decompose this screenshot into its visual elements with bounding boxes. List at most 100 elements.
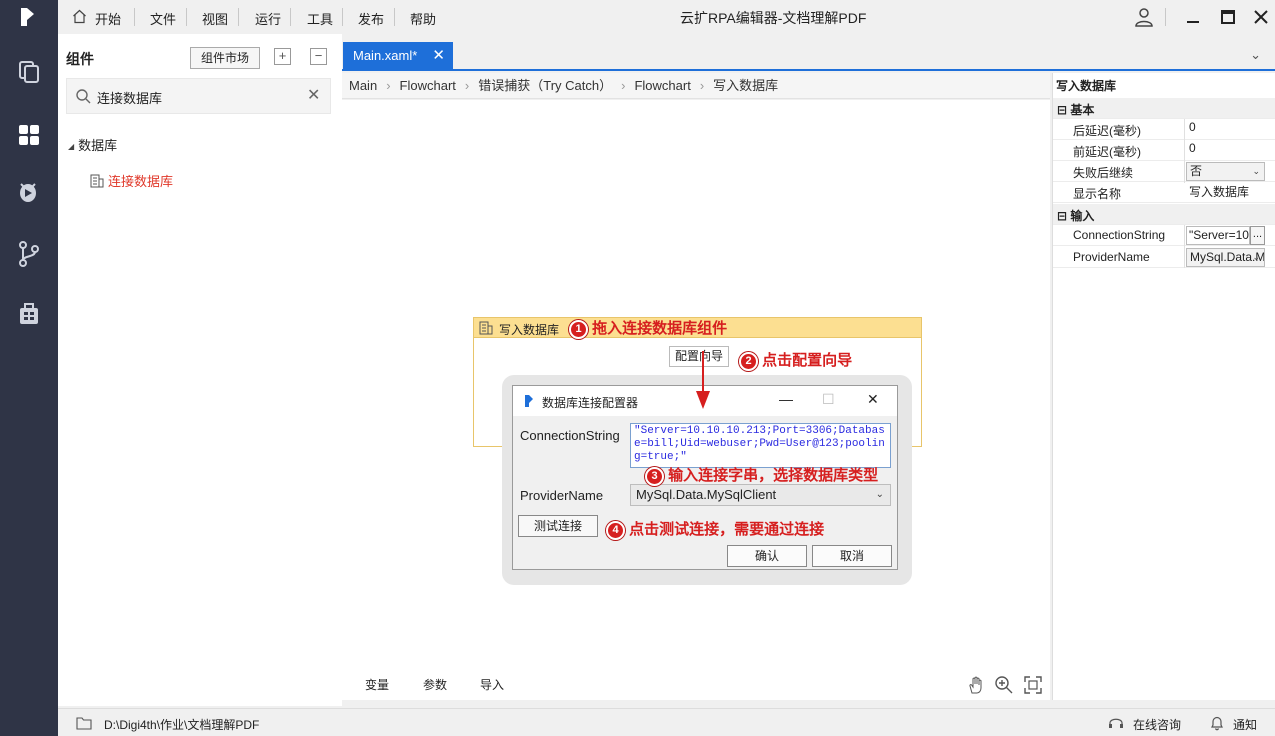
tab-main-xaml[interactable]: Main.xaml* ✕ — [343, 42, 453, 69]
prop-label: ProviderName — [1073, 250, 1150, 264]
database-icon — [90, 174, 104, 188]
menu-home[interactable]: 开始 — [95, 9, 121, 28]
prop-row-display-name: 显示名称 写入数据库 — [1053, 182, 1275, 203]
bell-icon — [1211, 716, 1223, 731]
component-market-button[interactable]: 组件市场 — [190, 47, 260, 69]
provider-name-select[interactable]: MySql.Data.MySqlClient ⌄ — [630, 484, 891, 506]
components-panel-title: 组件 — [66, 51, 94, 67]
minimize-icon[interactable] — [1182, 6, 1204, 28]
menu-separator — [238, 8, 239, 26]
menu-separator — [342, 8, 343, 26]
designer-canvas[interactable]: 写入数据库 配置向导 1 拖入连接数据库组件 2 点击配置向导 数据库连接配置器… — [342, 100, 1050, 700]
online-support-link[interactable]: 在线咨询 — [1133, 716, 1181, 733]
prop-value-input[interactable]: 写入数据库 — [1189, 183, 1249, 200]
cancel-button[interactable]: 取消 — [812, 545, 892, 567]
chevron-down-icon: ⌄ — [875, 489, 884, 500]
components-panel: 组件 组件市场 + − ✕ ◢ 数据库 连接数据库 — [58, 34, 342, 706]
component-search-box: ✕ — [66, 78, 331, 114]
package-icon[interactable] — [15, 299, 43, 327]
callout-4: 4 点击测试连接，需要通过连接 — [606, 518, 824, 540]
dialog-title: 数据库连接配置器 — [542, 396, 639, 410]
collapse-section-icon[interactable]: ⊟ — [1057, 103, 1067, 117]
prop-value-select[interactable]: MySql.Data.MySqlClient ⌄ — [1186, 248, 1265, 267]
callout-number: 1 — [569, 320, 588, 339]
prop-label: 显示名称 — [1073, 187, 1122, 201]
breadcrumb-item[interactable]: Flowchart — [400, 73, 456, 99]
prop-value-input[interactable]: 0 — [1189, 120, 1196, 134]
headset-icon — [1109, 718, 1123, 728]
section-basic-label: ⊟ 基本 — [1057, 101, 1094, 118]
confirm-button[interactable]: 确认 — [727, 545, 807, 567]
prop-label: 失败后继续 — [1073, 166, 1134, 180]
debug-run-icon[interactable] — [15, 178, 43, 206]
breadcrumb-item[interactable]: 错误捕获（Try Catch） — [478, 73, 612, 99]
prop-value-select[interactable]: 否 ⌄ — [1186, 162, 1265, 181]
dialog-minimize-icon[interactable]: — — [779, 391, 793, 407]
components-grid-icon[interactable] — [15, 121, 43, 149]
pan-hand-icon[interactable] — [966, 675, 986, 695]
search-input[interactable] — [97, 87, 297, 107]
properties-panel: 写入数据库 ⊟ 基本 后延迟(毫秒) 0 前延迟(毫秒) 0 失败后继续 否 ⌄… — [1052, 73, 1275, 700]
tab-label: Main.xaml* — [353, 48, 418, 63]
menu-help[interactable]: 帮助 — [410, 9, 436, 28]
collapse-all-button[interactable]: − — [310, 48, 327, 65]
tree-category-database[interactable]: ◢ 数据库 — [68, 135, 117, 154]
tab-list-dropdown-icon[interactable]: ⌄ — [1250, 47, 1261, 63]
ellipsis-button[interactable]: ... — [1250, 226, 1265, 245]
expand-all-button[interactable]: + — [274, 48, 291, 65]
tree-item-connect-database[interactable]: 连接数据库 — [90, 171, 173, 190]
prop-label: 前延迟(毫秒) — [1073, 145, 1141, 159]
callout-number: 4 — [606, 521, 625, 540]
test-connection-button[interactable]: 测试连接 — [518, 515, 598, 537]
menu-separator — [186, 8, 187, 26]
fit-screen-icon[interactable] — [1023, 675, 1043, 695]
properties-title: 写入数据库 — [1056, 79, 1117, 93]
search-icon — [76, 89, 91, 104]
prop-value-input[interactable]: 0 — [1189, 141, 1196, 155]
status-bar: D:\Digi4th\作业\文档理解PDF 在线咨询 通知 — [58, 708, 1275, 736]
project-path: D:\Digi4th\作业\文档理解PDF — [104, 718, 260, 732]
close-icon[interactable] — [1250, 6, 1272, 28]
dialog-close-icon[interactable]: ✕ — [867, 391, 879, 408]
maximize-icon[interactable] — [1217, 6, 1239, 28]
breadcrumb-item[interactable]: Main — [349, 73, 377, 99]
clear-search-icon[interactable]: ✕ — [307, 85, 320, 105]
breadcrumb-item[interactable]: 写入数据库 — [713, 73, 778, 99]
home-icon — [73, 9, 86, 24]
tab-arguments[interactable]: 参数 — [423, 676, 447, 693]
prop-label: 后延迟(毫秒) — [1073, 124, 1141, 138]
callout-2: 2 点击配置向导 — [739, 349, 852, 371]
menu-view[interactable]: 视图 — [202, 9, 228, 28]
tab-close-icon[interactable]: ✕ — [432, 42, 445, 69]
tab-imports[interactable]: 导入 — [480, 676, 504, 693]
chevron-down-icon: ⌄ — [1252, 252, 1260, 262]
menu-file[interactable]: 文件 — [150, 9, 176, 28]
menu-bar: 开始 文件 视图 运行 工具 发布 帮助 云扩RPA编辑器-文档理解PDF — [58, 0, 1275, 34]
section-basic[interactable]: ⊟ 基本 — [1053, 98, 1275, 119]
connection-string-input[interactable]: "Server=10.10.10.213;Port=3306;Database=… — [630, 423, 891, 468]
callout-3: 3 输入连接字串，选择数据库类型 — [645, 464, 878, 486]
tree-expand-arrow-icon[interactable]: ◢ — [68, 142, 74, 151]
menu-run[interactable]: 运行 — [255, 9, 281, 28]
zoom-in-icon[interactable] — [994, 675, 1014, 695]
property-column-divider — [1184, 119, 1185, 183]
collapse-section-icon[interactable]: ⊟ — [1057, 209, 1067, 223]
breadcrumb: Main › Flowchart › 错误捕获（Try Catch） › Flowchart… — [342, 73, 1050, 99]
section-input[interactable]: ⊟ 输入 — [1053, 204, 1275, 225]
prop-value-input[interactable]: "Server=10.10.10.213;Port=3306;Database=… — [1186, 226, 1250, 245]
breadcrumb-separator: › — [386, 78, 391, 93]
breadcrumb-item[interactable]: Flowchart — [634, 73, 690, 99]
menu-publish[interactable]: 发布 — [358, 9, 384, 28]
dialog-maximize-icon: ☐ — [822, 391, 835, 407]
file-copy-icon[interactable] — [15, 58, 43, 86]
notifications-link[interactable]: 通知 — [1233, 716, 1257, 733]
menu-separator — [134, 8, 135, 26]
user-icon[interactable] — [1133, 6, 1155, 28]
app-logo-icon — [525, 395, 533, 407]
menu-tools[interactable]: 工具 — [307, 9, 333, 28]
tab-variables[interactable]: 变量 — [365, 676, 389, 693]
menu-separator — [394, 8, 395, 26]
branch-icon[interactable] — [15, 240, 43, 268]
breadcrumb-separator: › — [621, 78, 626, 93]
folder-icon — [76, 717, 92, 730]
